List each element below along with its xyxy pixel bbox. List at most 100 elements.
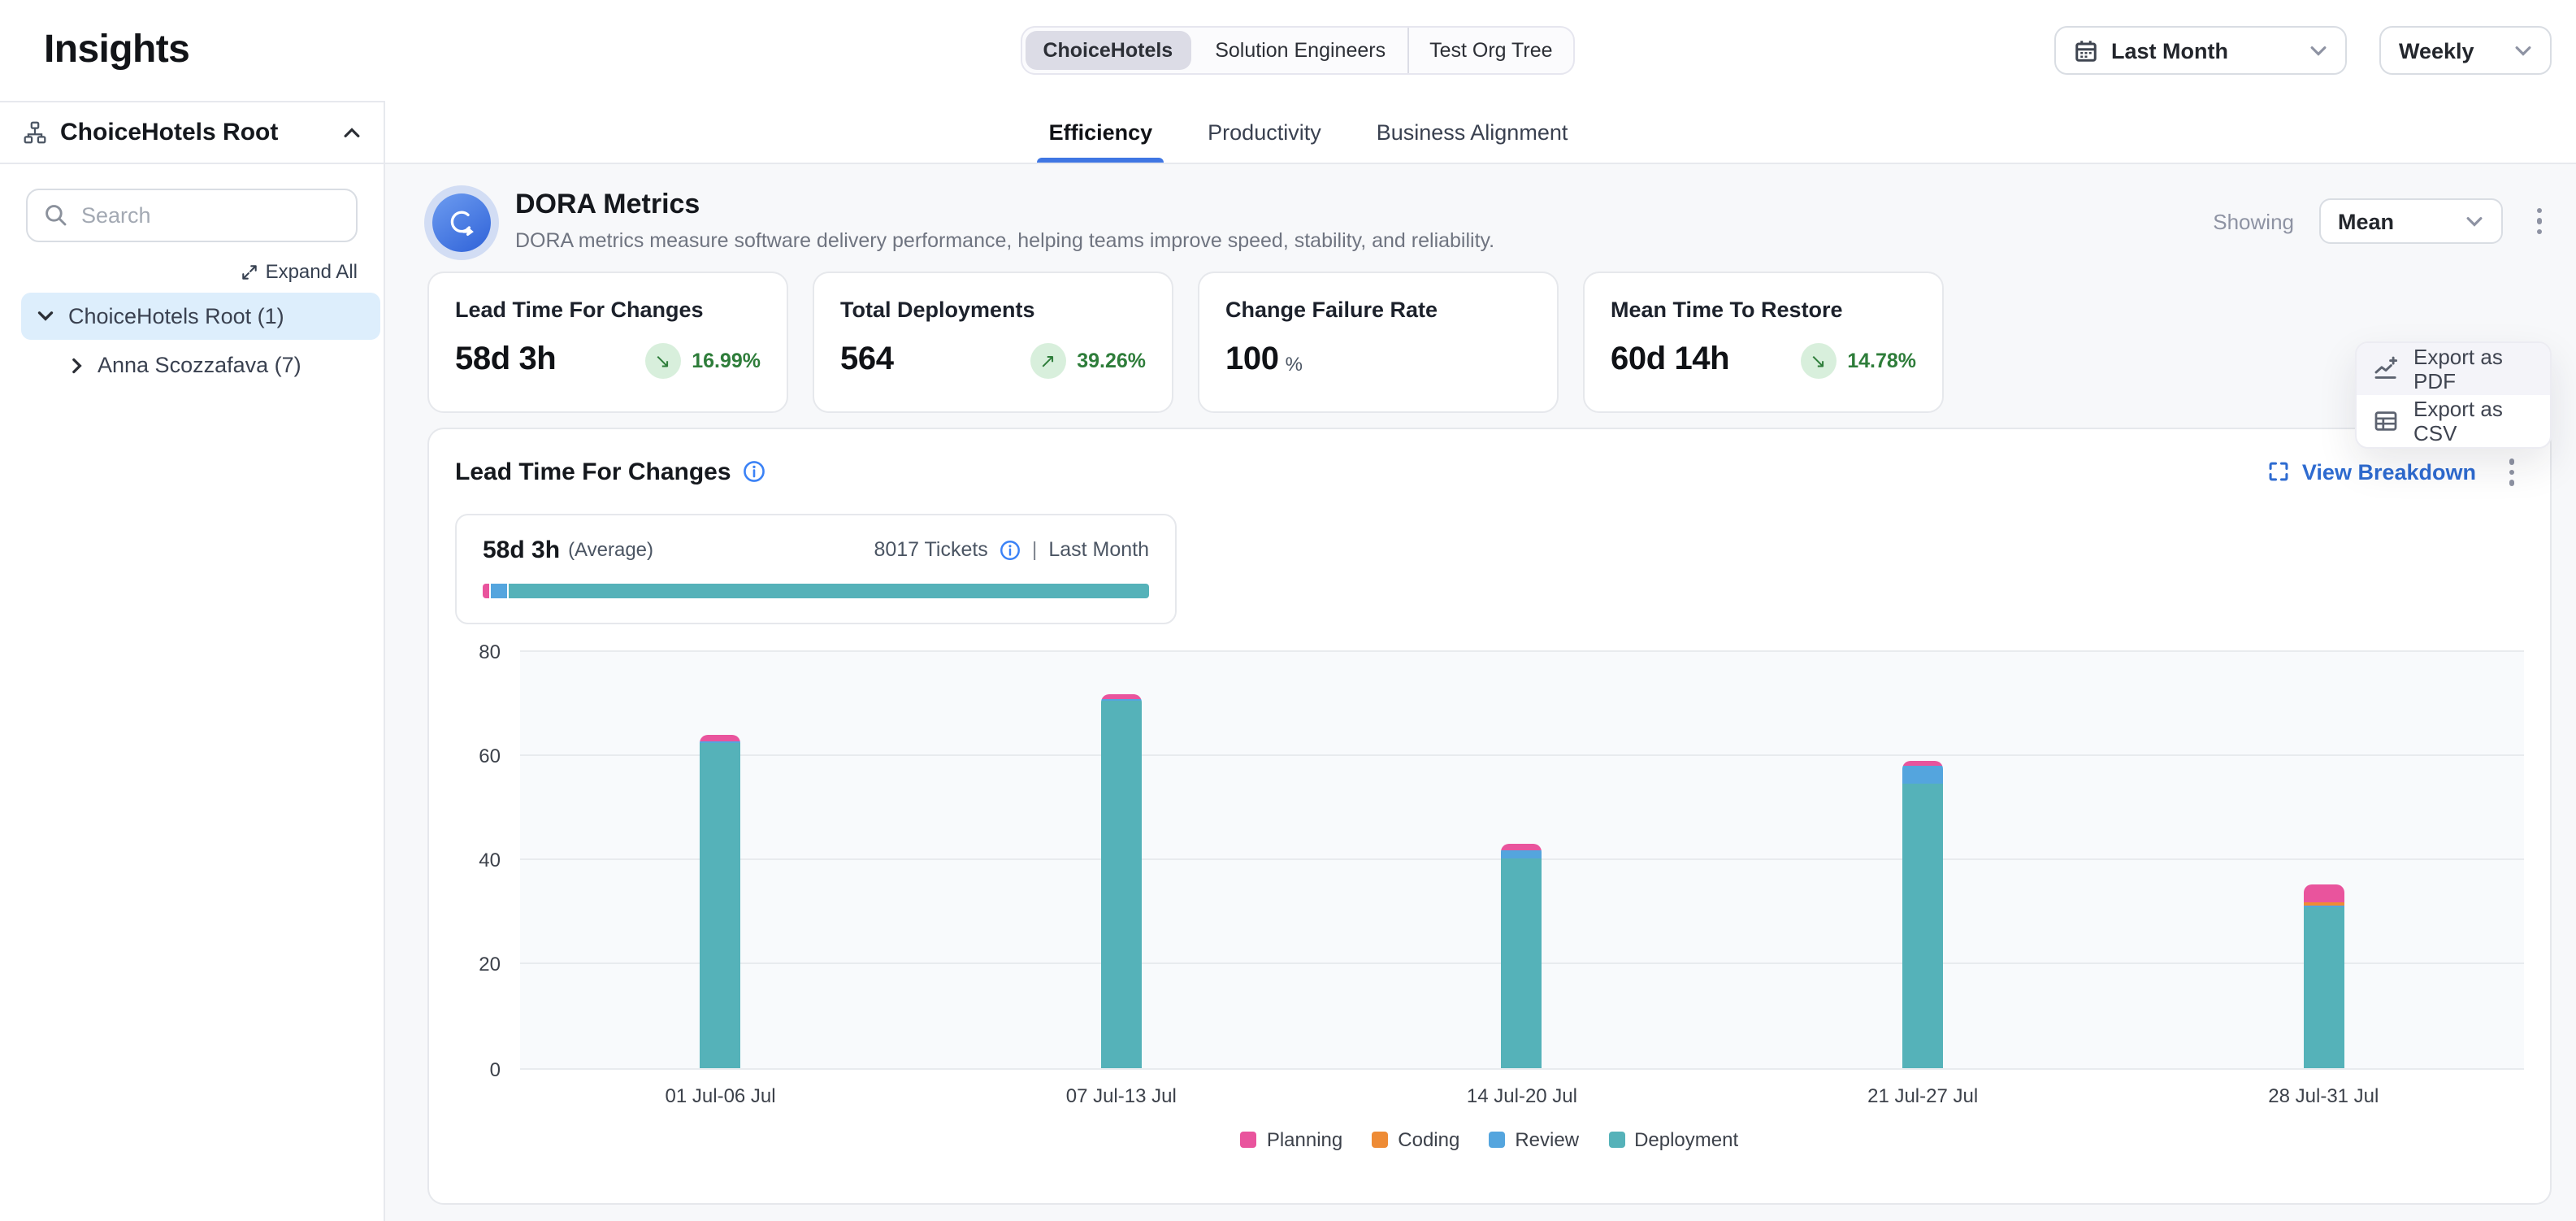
search-icon (42, 202, 68, 228)
stacked-bar (1502, 844, 1542, 1069)
export-pdf-label: Export as PDF (2413, 345, 2534, 393)
bar-column[interactable] (1723, 651, 2123, 1069)
chart-plot (520, 651, 2524, 1069)
stacked-bar (1902, 762, 1943, 1069)
dora-kebab-menu[interactable] (2526, 202, 2552, 241)
metric-value: 100 (1225, 341, 1279, 379)
x-tick-label: 21 Jul-27 Jul (1723, 1084, 2123, 1106)
metric-title: Mean Time To Restore (1611, 298, 1916, 322)
metric-value: 564 (840, 341, 894, 379)
tab-efficiency[interactable]: Efficiency (1049, 101, 1153, 163)
aggregation-dropdown[interactable]: Mean (2318, 198, 2502, 244)
distribution-segment-deployment (508, 583, 1149, 597)
panel-header: Lead Time For Changes View Breakdown (455, 452, 2524, 492)
legend-label: Coding (1398, 1128, 1459, 1150)
view-breakdown-button[interactable]: View Breakdown (2268, 460, 2476, 484)
chevron-right-icon (72, 357, 83, 373)
x-tick-label: 28 Jul-31 Jul (2123, 1084, 2524, 1106)
org-tab-solution-engineers[interactable]: Solution Engineers (1194, 28, 1408, 73)
stacked-bar (2303, 884, 2344, 1069)
metric-title: Total Deployments (840, 298, 1146, 322)
distribution-segment-review (491, 583, 508, 597)
org-tree-sidebar: ChoiceHotels Root Expand All (0, 101, 385, 1221)
panel-actions: View Breakdown (2268, 452, 2524, 492)
tree-item-label: ChoiceHotels Root (1) (68, 304, 284, 328)
y-axis: 020406080 (455, 651, 520, 1069)
metric-title: Lead Time For Changes (455, 298, 761, 322)
tab-business-alignment[interactable]: Business Alignment (1377, 101, 1568, 163)
tree-item-anna-scozzafava[interactable]: Anna Scozzafava (7) (21, 341, 380, 389)
expand-all-link[interactable]: Expand All (241, 260, 358, 283)
bar-column[interactable] (921, 651, 1321, 1069)
bar-column[interactable] (2123, 651, 2524, 1069)
metric-card-lead-time: Lead Time For Changes 58d 3h ↘ 16.99% (427, 272, 788, 413)
date-range-dropdown[interactable]: Last Month (2054, 26, 2347, 75)
trend-down-icon: ↘ (1800, 342, 1836, 378)
header-controls: Last Month Weekly (2054, 26, 2552, 75)
org-switcher: ChoiceHotels Solution Engineers Test Org… (1020, 26, 1575, 75)
granularity-dropdown[interactable]: Weekly (2379, 26, 2552, 75)
x-axis: 01 Jul-06 Jul07 Jul-13 Jul14 Jul-20 Jul2… (520, 1084, 2524, 1106)
legend-item-review[interactable]: Review (1489, 1128, 1579, 1150)
chevron-down-icon (2309, 45, 2327, 56)
legend-item-deployment[interactable]: Deployment (1608, 1128, 1738, 1150)
legend-label: Review (1515, 1128, 1579, 1150)
legend-label: Planning (1267, 1128, 1342, 1150)
panel-kebab-menu[interactable] (2499, 452, 2524, 492)
org-tab-test-org-tree[interactable]: Test Org Tree (1408, 28, 1573, 73)
legend-swatch (1489, 1131, 1505, 1147)
app-window: Insights ChoiceHotels Solution Engineers… (0, 0, 2576, 1221)
lead-time-chart: 020406080 01 Jul-06 Jul07 Jul-13 Jul14 J… (455, 651, 2524, 1150)
y-tick-label: 0 (490, 1058, 501, 1080)
bar-segment-deployment (1902, 784, 1943, 1069)
average-label: (Average) (568, 538, 653, 561)
main-content: Efficiency Productivity Business Alignme… (385, 101, 2576, 1221)
tab-productivity[interactable]: Productivity (1208, 101, 1321, 163)
bar-column[interactable] (1321, 651, 1722, 1069)
bar-segment-deployment (1101, 701, 1142, 1069)
bar-segment-planning (2303, 884, 2344, 902)
delta-value: 39.26% (1077, 349, 1146, 372)
trend-badge: ↘ 14.78% (1800, 342, 1916, 378)
info-icon[interactable] (1000, 539, 1021, 560)
export-csv-item[interactable]: Export as CSV (2357, 395, 2550, 447)
info-icon[interactable] (743, 461, 765, 484)
date-range-value: Last Month (2111, 38, 2296, 63)
bar-column[interactable] (520, 651, 921, 1069)
sidebar-header: ChoiceHotels Root (0, 101, 384, 164)
dora-header: DORA Metrics DORA metrics measure softwa… (385, 164, 2576, 252)
chevron-down-icon (2465, 215, 2483, 227)
delta-value: 16.99% (692, 349, 761, 372)
trend-up-icon: ↗ (1030, 342, 1065, 378)
period-label: Last Month (1048, 538, 1149, 561)
export-pdf-item[interactable]: Export as PDF (2357, 343, 2550, 395)
y-tick-label: 40 (479, 849, 501, 871)
search-input[interactable] (26, 189, 358, 242)
bar-segment-deployment (1502, 859, 1542, 1069)
org-tab-choicehotels[interactable]: ChoiceHotels (1025, 31, 1190, 70)
showing-label: Showing (2213, 209, 2294, 233)
bar-segment-planning (700, 735, 741, 741)
legend-item-coding[interactable]: Coding (1372, 1128, 1459, 1150)
trend-down-icon: ↘ (644, 342, 680, 378)
calendar-icon (2074, 38, 2098, 63)
tickets-count: 8017 Tickets (874, 538, 987, 561)
bar-segment-planning (1502, 844, 1542, 850)
aggregation-value: Mean (2338, 209, 2452, 233)
lead-time-panel: Lead Time For Changes View Breakdown (427, 428, 2552, 1205)
delta-value: 14.78% (1847, 349, 1916, 372)
expand-all-row: Expand All (0, 249, 384, 293)
legend-item-planning[interactable]: Planning (1241, 1128, 1342, 1150)
legend-swatch (1608, 1131, 1624, 1147)
collapse-sidebar-icon[interactable] (343, 127, 361, 138)
metric-card-change-failure-rate: Change Failure Rate 100 % (1198, 272, 1559, 413)
granularity-value: Weekly (2399, 38, 2501, 63)
metric-value: 58d 3h (455, 341, 556, 379)
average-value: 58d 3h (483, 536, 560, 563)
distribution-segment-planning (483, 583, 491, 597)
chart-columns (520, 651, 2524, 1069)
tree-item-choicehotels-root[interactable]: ChoiceHotels Root (1) (21, 293, 380, 340)
table-icon (2373, 408, 2399, 434)
stacked-bar (700, 735, 741, 1069)
bar-segment-review (1502, 850, 1542, 859)
